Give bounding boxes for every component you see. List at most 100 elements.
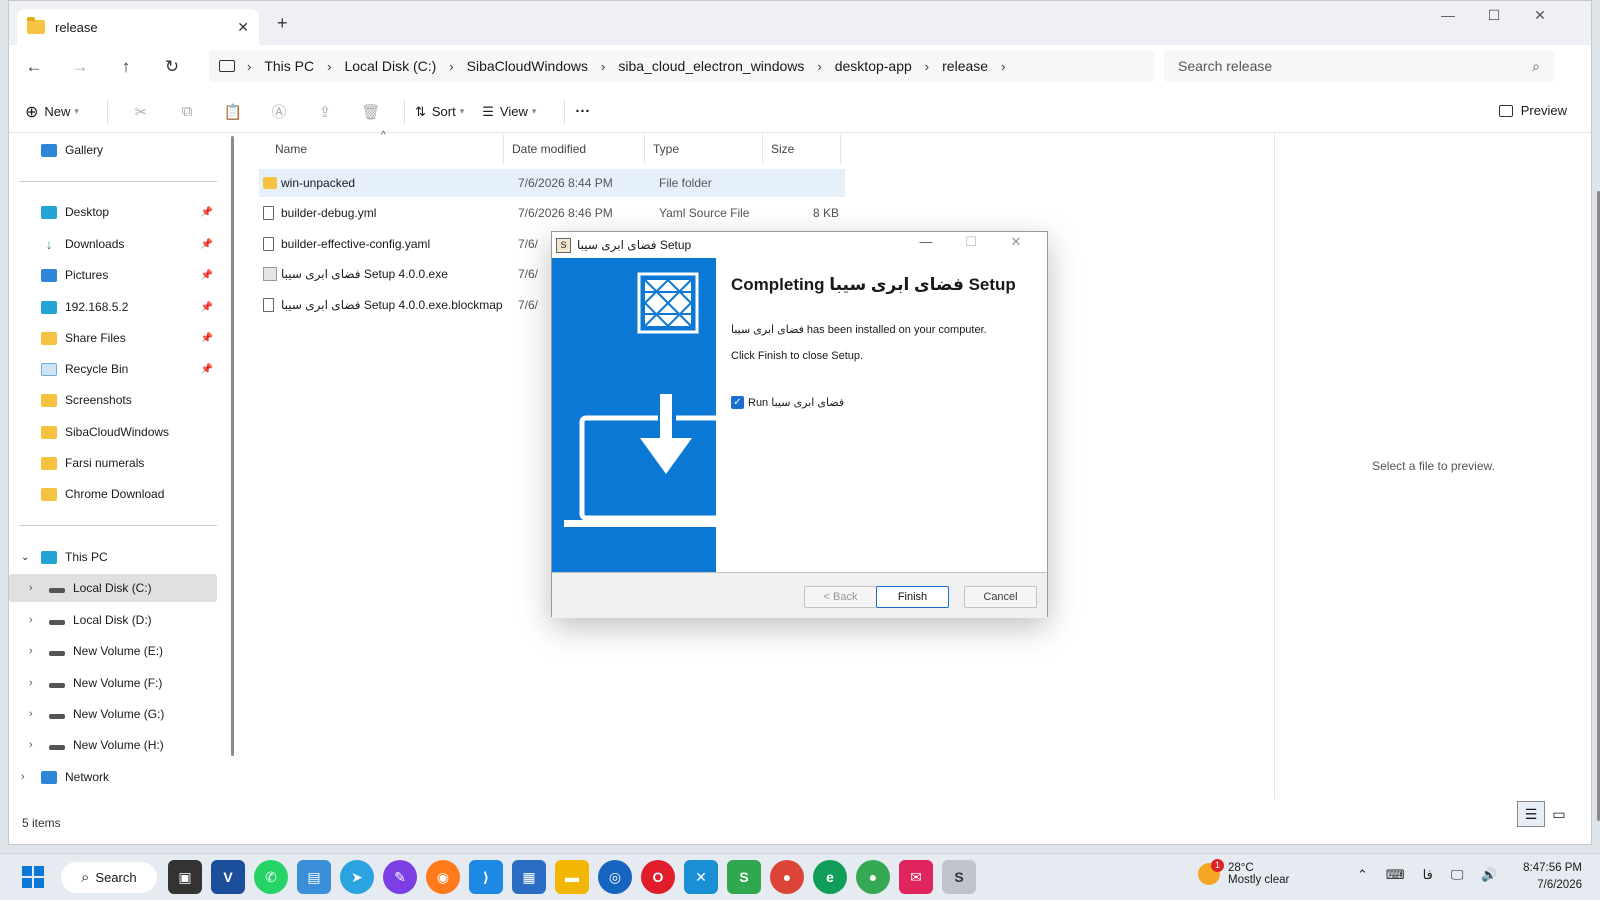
tiles-view-icon[interactable]: ▭ (1545, 801, 1573, 827)
minimize-button[interactable]: — (1433, 7, 1463, 23)
sidebar-item-new-volume-f[interactable]: › New Volume (F:) (9, 669, 217, 697)
start-button[interactable] (22, 866, 44, 888)
green-app-icon[interactable]: S (727, 860, 761, 894)
view-button[interactable]: ☰ View ▾ (482, 104, 536, 120)
column-header-type[interactable]: Type (645, 134, 763, 164)
sidebar-item-recycle-bin[interactable]: Recycle Bin 📌 (9, 355, 217, 383)
setup-dialog: S فضای ابری سیبا Setup — ☐ ✕ Completing … (551, 231, 1048, 618)
telegram-icon[interactable]: ➤ (340, 860, 374, 894)
firefox-dev-icon[interactable]: ◎ (598, 860, 632, 894)
tab-release[interactable]: release ✕ (17, 9, 259, 45)
run-app-checkbox[interactable]: ✓ Run فضای ابری سیبا (731, 396, 1047, 409)
new-tab-button[interactable]: + (277, 13, 288, 34)
sidebar-item-network-share[interactable]: 192.168.5.2 📌 (9, 293, 217, 321)
network-icon (41, 770, 57, 784)
file-row[interactable]: builder-debug.yml 7/6/2026 8:46 PM Yaml … (259, 199, 845, 227)
setup-app-icon[interactable]: S (942, 860, 976, 894)
sidebar-item-share-files[interactable]: Share Files 📌 (9, 324, 217, 352)
search-input[interactable]: Search release ⌕ (1164, 50, 1554, 82)
sidebar-item-network[interactable]: › Network (9, 763, 217, 791)
finish-button[interactable]: Finish (876, 586, 949, 608)
sidebar-item-downloads[interactable]: ↓ Downloads 📌 (9, 230, 217, 258)
run-app-label: Run فضای ابری سیبا (748, 397, 845, 409)
sidebar-item-gallery[interactable]: Gallery (9, 136, 217, 164)
store-icon[interactable]: ▦ (512, 860, 546, 894)
sort-button[interactable]: ⇅ Sort ▾ (415, 104, 464, 120)
rename-icon[interactable]: Ⓐ (256, 101, 302, 122)
sidebar-item-farsi-numerals[interactable]: Farsi numerals (9, 449, 217, 477)
close-window-button[interactable]: ✕ (1525, 7, 1555, 24)
chat-app-icon[interactable]: ✉ (899, 860, 933, 894)
sidebar-item-chrome-download[interactable]: Chrome Download (9, 480, 217, 508)
sidebar-item-new-volume-e[interactable]: › New Volume (E:) (9, 637, 217, 665)
clock[interactable]: 8:47:56 PM 7/6/2026 (1523, 860, 1582, 894)
details-view-icon[interactable]: ☰ (1517, 801, 1545, 827)
maximize-button[interactable]: ☐ (1479, 7, 1509, 24)
whatsapp-icon[interactable]: ✆ (254, 860, 288, 894)
preview-placeholder: Select a file to preview. (1372, 459, 1495, 473)
sidebar-item-pictures[interactable]: Pictures 📌 (9, 261, 217, 289)
sidebar-item-this-pc[interactable]: ⌄ This PC (9, 543, 217, 571)
chevron-up-icon[interactable]: ⌃ (1357, 867, 1368, 883)
weather-widget[interactable]: 1 28°C Mostly clear (1198, 859, 1289, 886)
keyboard-icon[interactable]: ⌨ (1386, 867, 1405, 883)
pen-app-icon[interactable]: ✎ (383, 860, 417, 894)
cancel-button[interactable]: Cancel (964, 586, 1037, 608)
breadcrumb-siba-cloud-electron-windows[interactable]: siba_cloud_electron_windows (618, 58, 804, 74)
sidebar-item-new-volume-g[interactable]: › New Volume (G:) (9, 700, 217, 728)
veeam-icon[interactable]: V (211, 860, 245, 894)
column-header-name[interactable]: Name (259, 134, 504, 164)
column-header-date[interactable]: Date modified (504, 134, 645, 164)
yaml-file-icon (263, 237, 274, 251)
breadcrumb-local-disk-c[interactable]: Local Disk (C:) (344, 58, 436, 74)
file-row[interactable]: win-unpacked 7/6/2026 8:44 PM File folde… (259, 169, 845, 197)
chrome-icon[interactable]: ● (770, 860, 804, 894)
network-icon[interactable]: 🖵 (1451, 867, 1464, 883)
paste-icon[interactable]: 📋 (210, 103, 256, 121)
sidebar-item-sibacloudwindows[interactable]: SibaCloudWindows (9, 418, 217, 446)
dialog-maximize-button[interactable]: ☐ (953, 234, 989, 250)
edge-icon[interactable]: e (813, 860, 847, 894)
close-tab-icon[interactable]: ✕ (237, 19, 249, 36)
opera-icon[interactable]: O (641, 860, 675, 894)
breadcrumb-release[interactable]: release (942, 58, 988, 74)
firefox-icon[interactable]: ◉ (426, 860, 460, 894)
file-explorer-icon[interactable]: ▬ (555, 860, 589, 894)
preview-button[interactable]: Preview (1498, 103, 1567, 118)
gallery-icon (41, 143, 57, 157)
dialog-close-button[interactable]: ✕ (998, 234, 1034, 250)
sidebar-item-desktop[interactable]: Desktop 📌 (9, 198, 217, 226)
back-button[interactable]: < Back (804, 586, 877, 608)
sidebar-item-screenshots[interactable]: Screenshots (9, 386, 217, 414)
volume-icon[interactable]: 🔊 (1481, 867, 1497, 883)
up-button[interactable]: ↑ (103, 57, 149, 77)
forward-button[interactable]: → (57, 57, 103, 77)
folder-icon (41, 425, 57, 439)
breadcrumb-sibacloudwindows[interactable]: SibaCloudWindows (467, 58, 588, 74)
remote-desktop-icon[interactable]: ▤ (297, 860, 331, 894)
sidebar-scrollbar[interactable] (231, 136, 234, 756)
language-indicator[interactable]: فا (1423, 867, 1433, 883)
new-button[interactable]: ⊕ New ▾ (25, 102, 79, 122)
share-icon[interactable]: ⇪ (302, 103, 348, 121)
sidebar-item-local-disk-c[interactable]: › Local Disk (C:) (9, 574, 217, 602)
dialog-minimize-button[interactable]: — (908, 234, 944, 249)
cut-icon[interactable]: ✂ (118, 103, 164, 121)
vscode-icon[interactable]: ⟩ (469, 860, 503, 894)
sidebar-item-new-volume-h[interactable]: › New Volume (H:) (9, 731, 217, 759)
more-options-button[interactable]: ··· (575, 103, 590, 120)
copy-icon[interactable]: ⧉ (164, 103, 210, 120)
weather-temp: 28°C (1228, 862, 1254, 874)
x-app-icon[interactable]: ✕ (684, 860, 718, 894)
breadcrumb-desktop-app[interactable]: desktop-app (835, 58, 912, 74)
back-button[interactable]: ← (11, 57, 57, 77)
refresh-button[interactable]: ↻ (149, 57, 195, 77)
task-view-icon[interactable]: ▣ (168, 860, 202, 894)
delete-icon[interactable]: 🗑 (348, 103, 394, 121)
taskbar-search[interactable]: ⌕ Search (61, 862, 157, 893)
sidebar-item-local-disk-d[interactable]: › Local Disk (D:) (9, 606, 217, 634)
chrome-profile-icon[interactable]: ● (856, 860, 890, 894)
breadcrumb-this-pc[interactable]: This PC (264, 58, 314, 74)
address-bar[interactable]: › This PC › Local Disk (C:) › SibaCloudW… (209, 50, 1154, 82)
column-header-size[interactable]: Size (763, 134, 841, 164)
